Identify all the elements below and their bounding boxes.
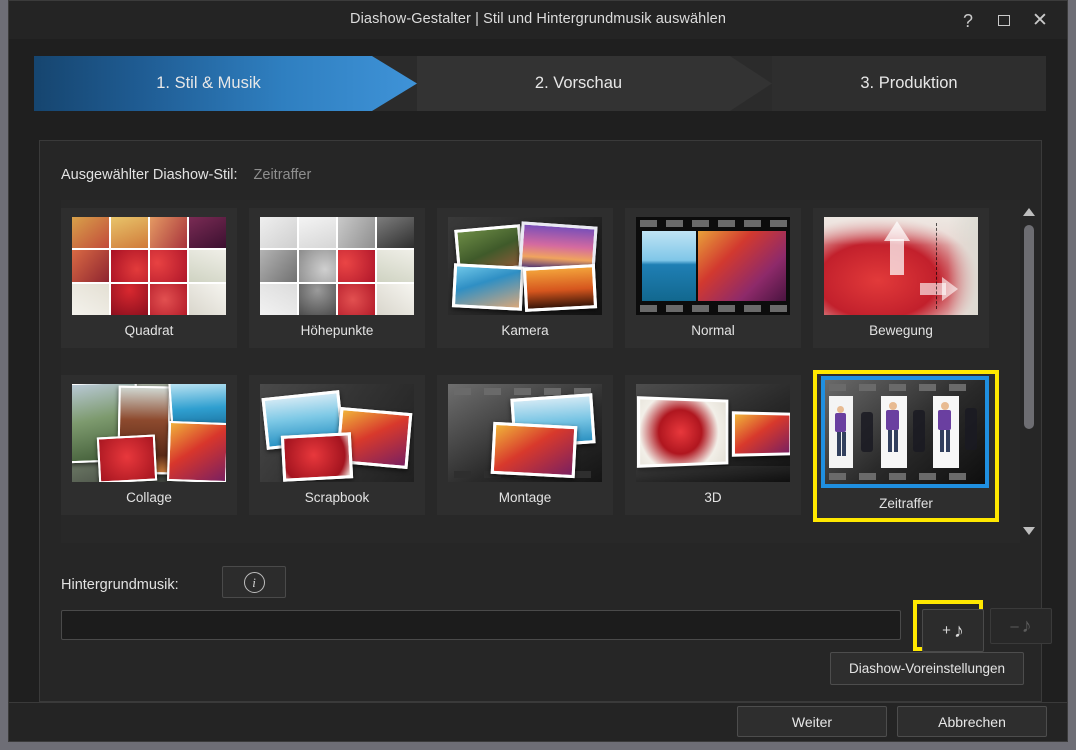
tab-vorschau[interactable]: 2. Vorschau <box>417 56 772 111</box>
style-thumbnail-hoehepunkte <box>260 217 414 315</box>
scroll-up-arrow-icon[interactable] <box>1023 208 1035 216</box>
selected-style-row: Ausgewählter Diashow-Stil: Zeitraffer <box>61 167 311 183</box>
dialog-window: Diashow-Gestalter | Stil und Hintergrund… <box>8 0 1068 742</box>
style-card-label: 3D <box>704 490 722 505</box>
step-tab-bar: 1. Stil & Musik 2. Vorschau 3. Produktio… <box>34 56 1046 111</box>
help-icon[interactable]: ? <box>955 10 981 32</box>
style-grid-scrollbar[interactable] <box>1020 200 1038 543</box>
window-title: Diashow-Gestalter | Stil und Hintergrund… <box>350 11 726 27</box>
style-card-3d[interactable]: 3D <box>625 375 801 515</box>
style-card-normal[interactable]: Normal <box>625 208 801 348</box>
style-grid: Quadrat Höhepunkte Kamera Normal Bewegun… <box>61 200 1001 543</box>
style-thumbnail-montage <box>448 384 602 482</box>
info-icon: i <box>243 571 265 593</box>
music-info-button[interactable]: i <box>222 566 286 598</box>
style-card-bewegung[interactable]: Bewegung <box>813 208 989 348</box>
style-thumbnail-collage <box>72 384 226 482</box>
remove-music-button[interactable]: – ♪ <box>990 608 1052 644</box>
slideshow-presets-button[interactable]: Diashow-Voreinstellungen <box>830 652 1024 685</box>
style-thumbnail-normal <box>636 217 790 315</box>
style-card-kamera[interactable]: Kamera <box>437 208 613 348</box>
add-music-highlight: + ♪ <box>913 600 984 652</box>
style-grid-area: Quadrat Höhepunkte Kamera Normal Bewegun… <box>61 200 1023 543</box>
minus-icon: – <box>1010 617 1019 635</box>
style-thumbnail-kamera <box>448 217 602 315</box>
maximize-icon[interactable] <box>991 10 1017 32</box>
tab-stil-musik[interactable]: 1. Stil & Musik <box>34 56 417 111</box>
style-thumbnail-quadrat <box>72 217 226 315</box>
title-bar: Diashow-Gestalter | Stil und Hintergrund… <box>9 1 1067 39</box>
tab-stil-musik-label: 1. Stil & Musik <box>156 74 261 92</box>
music-note-icon: ♪ <box>1021 615 1032 637</box>
style-card-label: Collage <box>126 490 172 505</box>
tab-vorschau-label: 2. Vorschau <box>534 74 623 92</box>
tab-produktion-label: 3. Produktion <box>860 74 958 92</box>
style-card-montage[interactable]: Montage <box>437 375 613 515</box>
background-music-label: Hintergrundmusik: <box>61 577 179 593</box>
add-music-button[interactable]: + ♪ <box>922 609 984 652</box>
scroll-down-arrow-icon[interactable] <box>1023 527 1035 535</box>
style-card-scrapbook[interactable]: Scrapbook <box>249 375 425 515</box>
next-button[interactable]: Weiter <box>737 706 887 737</box>
style-thumbnail-3d <box>636 384 790 482</box>
style-card-quadrat[interactable]: Quadrat <box>61 208 237 348</box>
selected-style-label: Ausgewählter Diashow-Stil: <box>61 167 238 183</box>
style-card-label: Höhepunkte <box>300 323 374 338</box>
style-card-hoehepunkte[interactable]: Höhepunkte <box>249 208 425 348</box>
style-card-label: Kamera <box>501 323 549 338</box>
style-card-label: Montage <box>498 490 552 505</box>
style-card-collage[interactable]: Collage <box>61 375 237 515</box>
style-card-label: Normal <box>691 323 735 338</box>
style-thumbnail-bewegung <box>824 217 978 315</box>
scrollbar-thumb[interactable] <box>1024 225 1034 429</box>
selected-style-value: Zeitraffer <box>253 167 312 183</box>
tab-produktion[interactable]: 3. Produktion <box>772 56 1046 111</box>
main-panel: Ausgewählter Diashow-Stil: Zeitraffer Qu… <box>39 140 1052 702</box>
style-card-zeitraffer[interactable]: Zeitraffer <box>813 370 999 522</box>
music-file-input[interactable] <box>61 610 901 640</box>
style-thumbnail-scrapbook <box>260 384 414 482</box>
style-card-label: Bewegung <box>869 323 933 338</box>
music-note-icon: ♪ <box>953 619 964 642</box>
style-card-label: Zeitraffer <box>879 496 933 511</box>
close-icon[interactable]: ✕ <box>1027 10 1053 32</box>
cancel-button[interactable]: Abbrechen <box>897 706 1047 737</box>
style-card-label: Quadrat <box>124 323 174 338</box>
dialog-footer: Weiter Abbrechen <box>9 702 1067 741</box>
plus-icon: + <box>942 622 951 639</box>
style-thumbnail-zeitraffer <box>825 380 985 484</box>
style-card-label: Scrapbook <box>304 490 370 505</box>
maximize-square <box>998 15 1010 27</box>
